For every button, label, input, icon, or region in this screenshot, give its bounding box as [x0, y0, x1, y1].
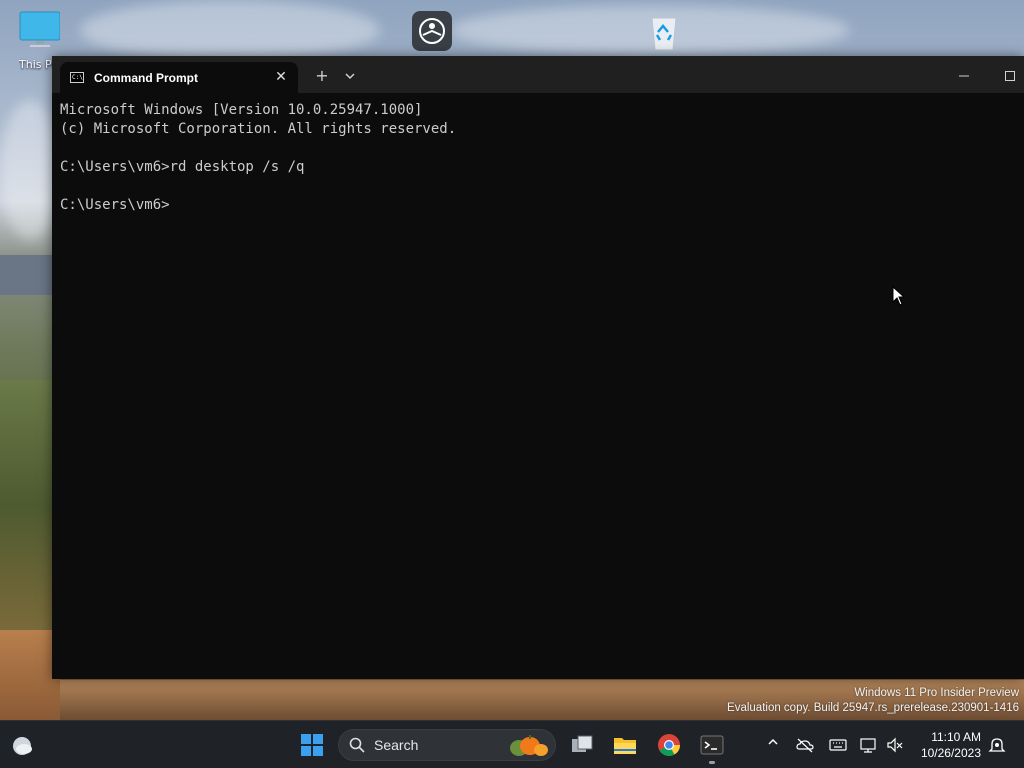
chrome-icon	[658, 734, 680, 756]
desktop-icon-this-pc[interactable]: This PC	[14, 10, 62, 71]
new-tab-button[interactable]: +	[310, 64, 334, 88]
volume-muted-icon	[887, 737, 903, 753]
taskbar: Search 11:10 AM 10/26/2023	[0, 720, 1024, 768]
watermark-line1: Windows 11 Pro Insider Preview	[854, 687, 1019, 699]
mouse-cursor-icon	[892, 286, 906, 306]
search-label: Search	[374, 737, 419, 753]
title-bar[interactable]: C:\ Command Prompt ✕ +	[52, 56, 1024, 93]
maximize-button[interactable]	[998, 64, 1022, 88]
file-explorer-button[interactable]	[613, 733, 637, 757]
onedrive-offline-icon	[796, 738, 814, 753]
desktop-icon-recycle-bin[interactable]	[640, 10, 688, 57]
notification-icon	[988, 738, 1006, 752]
chrome-button[interactable]	[657, 733, 681, 757]
minimize-icon	[959, 75, 969, 77]
minimize-button[interactable]	[952, 64, 976, 88]
pumpkin-highlight-icon	[510, 735, 548, 756]
console-line: Microsoft Windows [Version 10.0.25947.10…	[60, 102, 423, 118]
keyboard-icon	[829, 739, 847, 751]
task-view-button[interactable]	[570, 733, 594, 757]
console-line: (c) Microsoft Corporation. All rights re…	[60, 121, 457, 137]
taskbar-clock[interactable]: 11:10 AM 10/26/2023	[921, 729, 981, 761]
taskbar-search-box[interactable]: Search	[338, 729, 556, 761]
terminal-window[interactable]: C:\ Command Prompt ✕ + Microsoft Windows…	[52, 56, 1024, 679]
network-icon	[860, 738, 876, 753]
widgets-button[interactable]	[10, 733, 34, 757]
tab-command-prompt[interactable]: C:\ Command Prompt ✕	[60, 62, 298, 93]
chevron-up-icon	[768, 738, 778, 745]
search-icon	[349, 737, 365, 753]
maximize-icon	[1005, 71, 1015, 81]
network-button[interactable]	[860, 736, 878, 754]
start-button[interactable]	[300, 733, 324, 757]
watermark-line2: Evaluation copy. Build 25947.rs_prerelea…	[727, 702, 1019, 714]
monitor-icon	[19, 11, 61, 47]
tab-title: Command Prompt	[94, 70, 199, 85]
file-explorer-icon	[614, 738, 636, 754]
show-hidden-icons-button[interactable]	[764, 736, 782, 754]
running-indicator	[709, 761, 715, 764]
weather-icon	[13, 737, 32, 755]
console-output[interactable]: Microsoft Windows [Version 10.0.25947.10…	[60, 101, 456, 215]
recycle-bin-icon	[651, 17, 677, 51]
clock-time: 11:10 AM	[931, 730, 981, 744]
start-icon	[301, 734, 323, 756]
cmd-icon: C:\	[70, 72, 84, 83]
task-view-icon	[572, 735, 593, 752]
terminal-button[interactable]	[700, 733, 724, 764]
terminal-icon	[700, 735, 724, 755]
volume-button[interactable]	[886, 736, 904, 754]
clock-date: 10/26/2023	[920, 746, 981, 760]
tab-close-button[interactable]: ✕	[272, 68, 290, 86]
keyboard-button[interactable]	[829, 736, 847, 754]
notification-button[interactable]	[988, 736, 1006, 754]
onedrive-button[interactable]	[796, 736, 814, 754]
console-prompt: C:\Users\vm6>	[60, 197, 170, 213]
chevron-down-icon	[345, 73, 355, 80]
console-line: C:\Users\vm6>rd desktop /s /q	[60, 159, 305, 175]
evaluation-watermark: Windows 11 Pro Insider Preview Evaluatio…	[727, 686, 1019, 716]
desktop-icon-accessibility[interactable]	[408, 10, 456, 55]
tab-dropdown-button[interactable]	[338, 64, 362, 88]
accessibility-app-icon	[412, 11, 452, 51]
